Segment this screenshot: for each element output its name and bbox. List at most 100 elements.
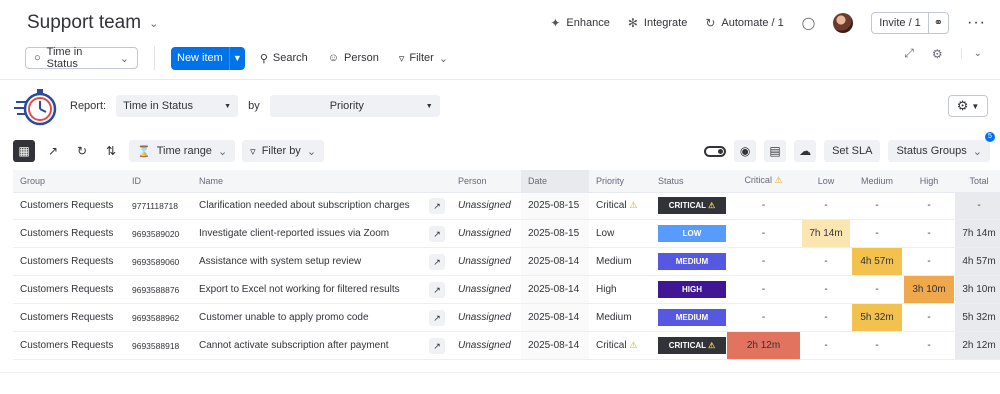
time-range-button[interactable]: ⌛ Time range ⌄ xyxy=(129,140,236,162)
report-type-select[interactable]: Time in Status ▼ xyxy=(116,95,239,117)
item-chart-cell: ↗ xyxy=(422,192,451,220)
column-header-medium[interactable]: Medium xyxy=(851,170,903,193)
status-cell: CRITICAL ⚠ xyxy=(651,192,726,220)
duration-value: - xyxy=(927,256,931,267)
column-header-total[interactable]: Total xyxy=(955,170,1000,193)
name-cell[interactable]: Cannot activate subscription after payme… xyxy=(192,331,422,360)
caret-down-icon: ▼ xyxy=(224,102,232,110)
board-title[interactable]: Support team ⌄ xyxy=(27,12,158,34)
person-cell: Unassigned xyxy=(451,192,521,220)
invite-button[interactable]: Invite / 1 ⚭ xyxy=(871,12,950,34)
toggle-switch[interactable] xyxy=(704,140,727,162)
more-options-icon[interactable]: ··· xyxy=(967,14,986,32)
settings-gear-icon[interactable]: ⚙ xyxy=(932,47,943,61)
filter-by-button[interactable]: ▿ Filter by ⌄ xyxy=(242,140,325,162)
name-cell[interactable]: Export to Excel not working for filtered… xyxy=(192,275,422,304)
duration-cell-low: - xyxy=(801,275,851,304)
line-chart-icon[interactable]: ↗ xyxy=(429,309,445,326)
line-chart-icon[interactable]: ↗ xyxy=(429,197,445,214)
line-chart-icon[interactable]: ↗ xyxy=(429,225,445,242)
chevron-down-icon[interactable]: ▼ xyxy=(228,46,245,70)
chevron-down-icon[interactable]: ⌄ xyxy=(960,48,982,59)
duration-cell-low: - xyxy=(801,247,851,276)
status-groups-label: Status Groups xyxy=(896,145,967,157)
name-cell[interactable]: Clarification needed about subscription … xyxy=(192,192,422,220)
duration-cell-low: - xyxy=(801,331,851,360)
set-sla-button[interactable]: Set SLA xyxy=(824,140,881,162)
person-button[interactable]: ☺ Person xyxy=(323,52,384,64)
column-header-high[interactable]: High xyxy=(903,170,955,193)
avatar[interactable] xyxy=(833,13,854,33)
date-cell: 2025-08-14 xyxy=(521,331,589,360)
line-chart-icon[interactable]: ↗ xyxy=(429,337,445,354)
sort-icon[interactable]: ⇅ xyxy=(100,140,122,162)
total-cell: 5h 32m xyxy=(955,303,1000,332)
column-header-name[interactable]: Name xyxy=(192,170,422,193)
automate-button[interactable]: ↻ Automate / 1 xyxy=(705,16,783,30)
duration-value: - xyxy=(875,200,879,212)
status-cell: HIGH xyxy=(651,275,726,304)
automate-label: Automate / 1 xyxy=(721,17,784,29)
line-chart-icon[interactable]: ↗ xyxy=(429,253,445,270)
copy-link-icon[interactable]: ⚭ xyxy=(927,13,948,33)
search-label: Search xyxy=(272,52,308,64)
fullscreen-icon[interactable]: ⤢ xyxy=(904,46,914,61)
cloud-download-icon[interactable]: ☁ xyxy=(794,140,817,162)
status-label: CRITICAL xyxy=(668,201,706,211)
duration-cell-low: - xyxy=(801,192,851,220)
status-cell: CRITICAL ⚠ xyxy=(651,331,726,360)
group-cell: Customers Requests xyxy=(13,275,125,304)
duration-cell-critical: 2h 12m xyxy=(726,331,801,360)
table-view-icon[interactable]: ▦ xyxy=(13,140,35,162)
table-row[interactable]: Customers Requests 9693588962 Customer una… xyxy=(13,303,1000,332)
table-row[interactable]: Customers Requests 9771118718 Clarificatio… xyxy=(13,192,1000,220)
duration-cell-medium: - xyxy=(851,219,903,248)
enhance-button[interactable]: ✦ Enhance xyxy=(550,16,610,30)
line-chart-icon[interactable]: ↗ xyxy=(429,281,445,298)
column-header-date[interactable]: Date xyxy=(521,170,589,193)
name-cell[interactable]: Assistance with system setup review xyxy=(192,247,422,276)
report-settings-button[interactable]: ⚙ ▼ xyxy=(948,95,988,117)
table-toolbar-right: ◉ ▤ ☁ Set SLA Status Groups ⌄ 5 xyxy=(704,132,995,162)
new-item-button[interactable]: New item ▼ xyxy=(171,46,245,70)
duration-cell-medium: - xyxy=(851,331,903,360)
warning-icon: ⚠ xyxy=(708,201,716,211)
status-label: MEDIUM xyxy=(675,257,709,266)
column-header-id[interactable]: ID xyxy=(125,170,192,193)
status-badge: HIGH xyxy=(658,281,726,298)
warning-icon: ⚠ xyxy=(629,200,638,211)
calendar-icon[interactable]: ▤ xyxy=(764,140,787,162)
filter-button[interactable]: ▿ Filter ⌄ xyxy=(394,52,453,65)
column-header-person[interactable]: Person xyxy=(451,170,521,193)
table-row[interactable]: Customers Requests 9693589060 Assistance w… xyxy=(13,247,1000,276)
column-header-group[interactable]: Group xyxy=(13,170,125,193)
refresh-icon[interactable]: ↻ xyxy=(71,140,93,162)
integrate-button[interactable]: ✻ Integrate xyxy=(628,16,687,30)
duration-value: - xyxy=(761,228,766,239)
group-by-select[interactable]: Priority ▼ xyxy=(269,95,440,117)
chart-view-icon[interactable]: ↗ xyxy=(42,140,64,162)
duration-value: 2h 12m xyxy=(727,332,800,359)
view-select[interactable]: ○ Time in Status ⌄ xyxy=(25,46,138,70)
duration-cell-critical: - xyxy=(726,275,801,304)
column-header-critical[interactable]: Critical ⚠ xyxy=(726,170,801,193)
duration-value: - xyxy=(761,284,766,295)
chevron-down-icon[interactable]: ⌄ xyxy=(149,17,158,30)
id-cell: 9693588876 xyxy=(125,275,192,304)
column-header-status[interactable]: Status xyxy=(651,170,726,193)
view-select-label: Time in Status xyxy=(46,46,83,70)
column-header-priority[interactable]: Priority xyxy=(589,170,651,193)
eye-icon[interactable]: ◉ xyxy=(734,140,757,162)
name-cell[interactable]: Investigate client-reported issues via Z… xyxy=(192,219,422,248)
column-header-low[interactable]: Low xyxy=(801,170,851,193)
table-row[interactable]: Customers Requests 9693588918 Cannot activ… xyxy=(13,331,1000,360)
table-row[interactable]: Customers Requests 9693588876 Export to Ex… xyxy=(13,275,1000,304)
chat-bubble-icon[interactable]: ◯ xyxy=(802,16,815,30)
status-groups-button[interactable]: Status Groups ⌄ 5 xyxy=(888,132,995,162)
date-cell: 2025-08-14 xyxy=(521,303,589,332)
table-row[interactable]: Customers Requests 9693589020 Investigate … xyxy=(13,219,1000,248)
search-button[interactable]: ⚲ Search xyxy=(255,52,313,65)
name-cell[interactable]: Customer unable to apply promo code xyxy=(192,303,422,332)
duration-value: - xyxy=(927,228,931,239)
duration-cell-critical: - xyxy=(726,303,801,332)
